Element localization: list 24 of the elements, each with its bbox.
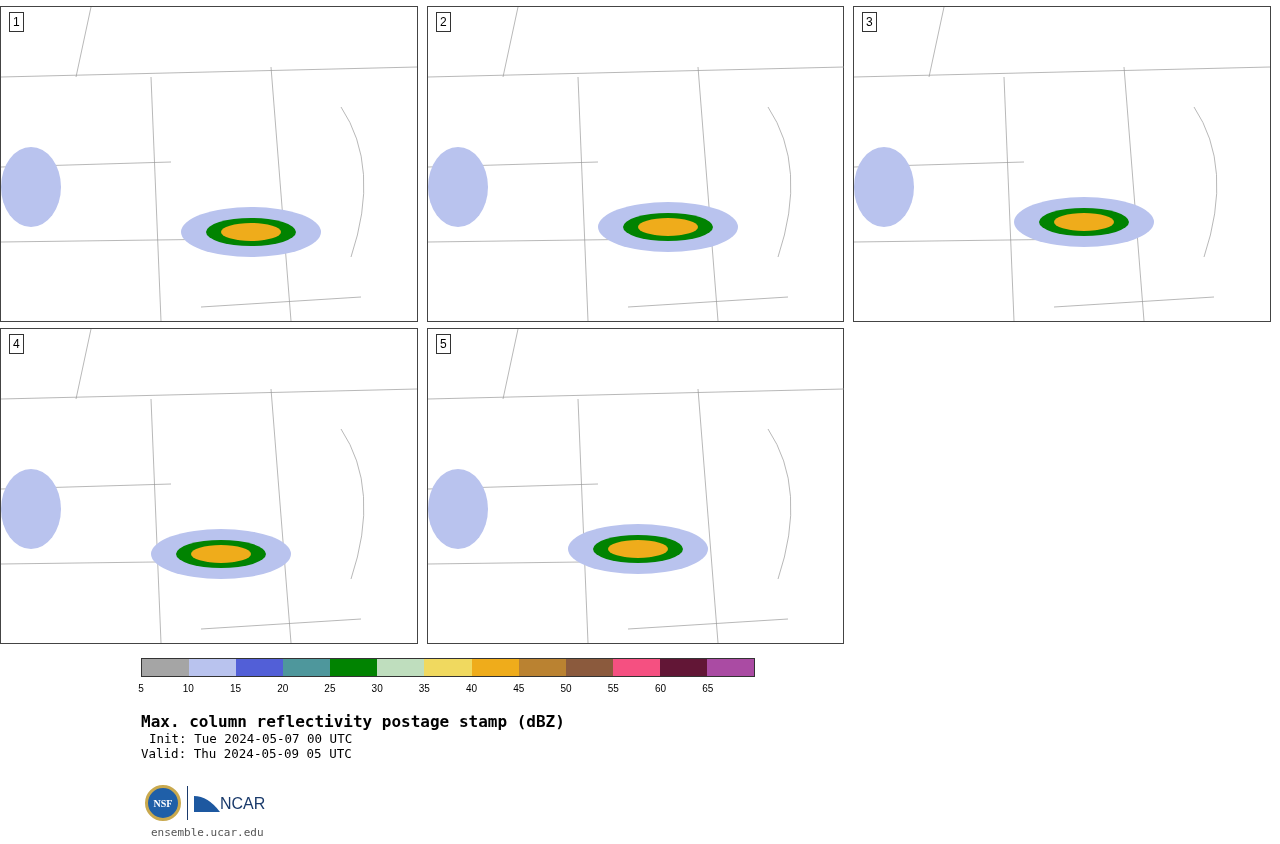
valid-time: Valid: Thu 2024-05-09 05 UTC bbox=[141, 746, 353, 761]
tick-label: 10 bbox=[182, 683, 194, 695]
ncar-logo: NCAR bbox=[194, 794, 266, 812]
panel-number: 1 bbox=[9, 12, 24, 32]
tick-label: 30 bbox=[371, 683, 383, 695]
tick-label: 55 bbox=[607, 683, 619, 695]
site-link[interactable]: ensemble.ucar.edu bbox=[151, 825, 1280, 842]
panel-number: 4 bbox=[9, 334, 24, 354]
tick-label: 50 bbox=[560, 683, 572, 695]
tick-label: 40 bbox=[466, 683, 478, 695]
init-time: Init: Tue 2024-05-07 00 UTC bbox=[148, 731, 354, 746]
tick-label: 45 bbox=[513, 683, 525, 695]
tick-label: 20 bbox=[277, 683, 289, 695]
panel-number: 3 bbox=[862, 12, 877, 32]
tick-label: 25 bbox=[324, 683, 336, 695]
tick-label: 35 bbox=[418, 683, 430, 695]
panel-number: 5 bbox=[436, 334, 451, 354]
panel-number: 2 bbox=[436, 12, 451, 32]
tick-label: 65 bbox=[702, 683, 714, 695]
tick-label: 15 bbox=[229, 683, 241, 695]
tick-label: 5 bbox=[138, 683, 144, 695]
nsf-logo: NSF bbox=[145, 785, 181, 821]
chart-title: Max. column reflectivity postage stamp (dBZ) bbox=[141, 713, 566, 731]
tick-label: 60 bbox=[654, 683, 667, 695]
